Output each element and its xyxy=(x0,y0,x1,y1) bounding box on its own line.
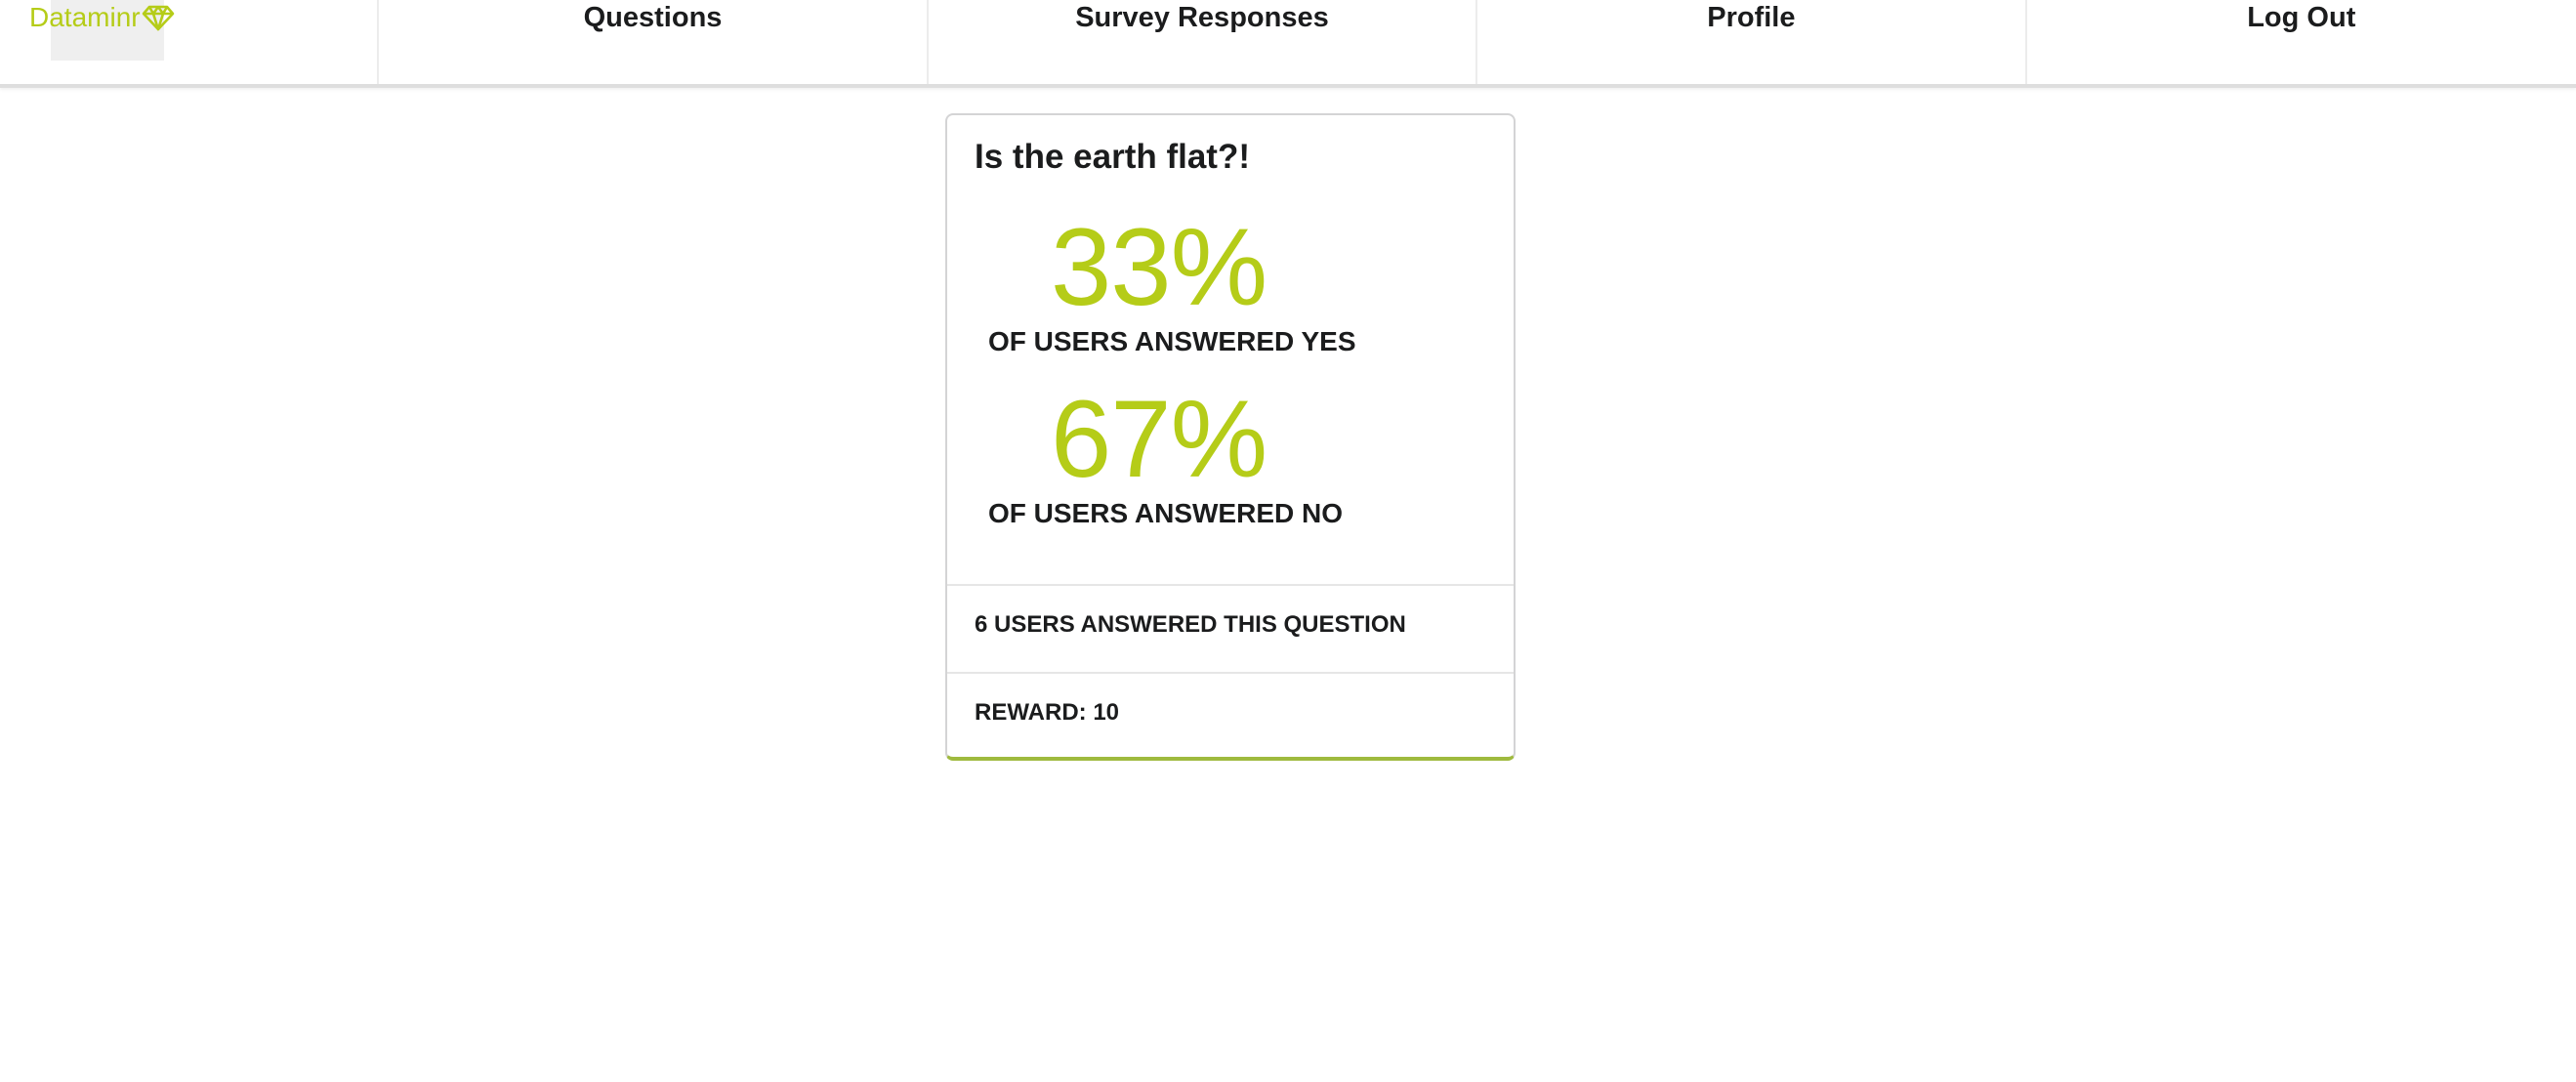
nav-item-survey-responses[interactable]: Survey Responses xyxy=(929,0,1478,84)
top-nav: Dataminr Questions Survey Responses Prof… xyxy=(0,0,2576,88)
nav-item-label: Log Out xyxy=(2247,2,2356,33)
brand-cell[interactable]: Dataminr xyxy=(0,0,380,84)
yes-percentage: 33% xyxy=(1051,206,1267,328)
nav-item-label: Survey Responses xyxy=(1075,2,1329,33)
card-content: Is the earth flat?! 33% OF USERS ANSWERE… xyxy=(947,115,1514,584)
users-answered-count: 6 USERS ANSWERED THIS QUESTION xyxy=(947,584,1514,672)
nav-item-log-out[interactable]: Log Out xyxy=(2027,0,2576,84)
brand-link[interactable]: Dataminr xyxy=(29,2,175,33)
nav-item-label: Questions xyxy=(583,2,723,33)
yes-label: OF USERS ANSWERED YES xyxy=(988,326,1356,356)
nav-item-questions[interactable]: Questions xyxy=(379,0,929,84)
question-title: Is the earth flat?! xyxy=(975,138,1250,176)
question-result-card: Is the earth flat?! 33% OF USERS ANSWERE… xyxy=(945,113,1516,761)
yes-statistic: 33% OF USERS ANSWERED YES xyxy=(988,213,1486,357)
nav-item-profile[interactable]: Profile xyxy=(1477,0,2027,84)
brand-name: Dataminr xyxy=(29,2,141,32)
diamond-icon xyxy=(142,3,175,32)
reward-amount: REWARD: 10 xyxy=(947,672,1514,757)
nav-item-label: Profile xyxy=(1707,2,1796,33)
no-percentage: 67% xyxy=(1051,378,1267,500)
no-label: OF USERS ANSWERED NO xyxy=(988,498,1343,528)
no-statistic: 67% OF USERS ANSWERED NO xyxy=(988,385,1486,529)
